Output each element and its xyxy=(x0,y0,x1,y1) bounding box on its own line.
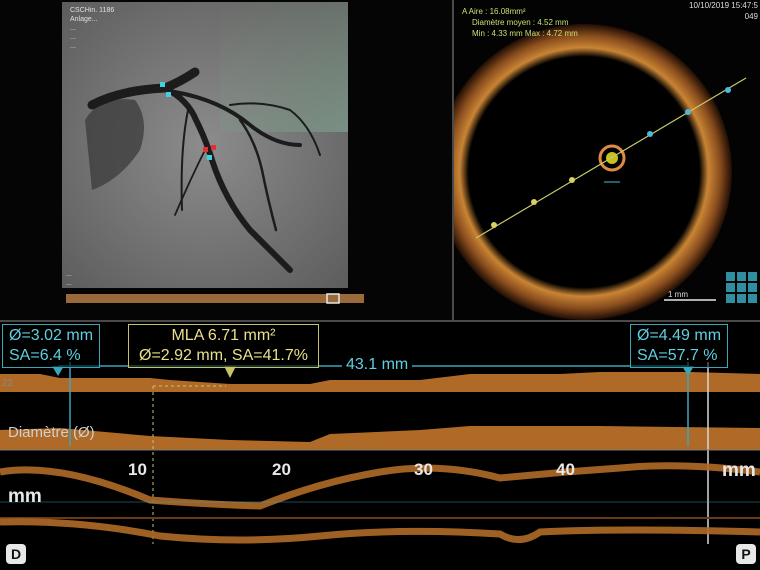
axis-unit-right: mm xyxy=(722,460,756,481)
oct-min-max: Min : 4.33 mm Max : 4.72 mm xyxy=(472,29,578,38)
axis-tick-20: 20 xyxy=(272,460,291,479)
profile-left-label: 22 xyxy=(2,378,14,389)
mla-area: MLA 6.71 mm² xyxy=(171,327,276,344)
proximal-stenosis-area: SA=57.7 % xyxy=(637,347,718,364)
oct-scale-label: 1 mm xyxy=(668,290,688,299)
angio-header: CSCHin. 1186 Anlage... ... ... ... xyxy=(70,7,115,50)
diameter-profile-label: Diamètre (Ø) xyxy=(8,424,95,441)
longitudinal-panel: Ø=3.02 mm SA=6.4 % MLA 6.71 mm² Ø=2.92 m… xyxy=(0,322,760,570)
angio-footer: ... ... xyxy=(66,271,72,287)
oct-metrics: A Aire : 16.08mm² Diamètre moyen : 4.52 … xyxy=(462,6,578,39)
axis-tick-30: 30 xyxy=(414,460,433,479)
grid-view-icon[interactable] xyxy=(726,272,760,318)
proximal-diameter: Ø=4.49 mm xyxy=(637,327,722,344)
oct-mean-diameter: Diamètre moyen : 4.52 mm xyxy=(472,18,569,27)
distal-reference-measurement: Ø=3.02 mm SA=6.4 % xyxy=(2,324,101,368)
distal-stenosis-area: SA=6.4 % xyxy=(9,347,81,364)
proximal-reference-measurement: Ø=4.49 mm SA=57.7 % xyxy=(630,324,729,368)
mla-diameter-sa: Ø=2.92 mm, SA=41.7% xyxy=(139,347,308,364)
oct-cross-section-panel: A Aire : 16.08mm² Diamètre moyen : 4.52 … xyxy=(454,0,760,320)
proximal-button[interactable]: P xyxy=(736,544,756,564)
oct-cross-section-image xyxy=(454,24,747,320)
axis-unit-left: mm xyxy=(8,486,42,507)
oct-timestamp: 10/10/2019 15:47:5 049 xyxy=(689,1,758,21)
distal-diameter: Ø=3.02 mm xyxy=(9,327,94,344)
lesion-length: 43.1 mm xyxy=(342,356,413,374)
axis-tick-40: 40 xyxy=(556,460,575,479)
mla-measurement: MLA 6.71 mm² Ø=2.92 mm, SA=41.7% xyxy=(128,324,319,368)
oct-area: A Aire : 16.08mm² xyxy=(462,7,526,16)
distal-button[interactable]: D xyxy=(6,544,26,564)
axis-tick-10: 10 xyxy=(128,460,147,479)
angiography-panel: CSCHin. 1186 Anlage... ... ... ... ... .… xyxy=(0,0,452,320)
